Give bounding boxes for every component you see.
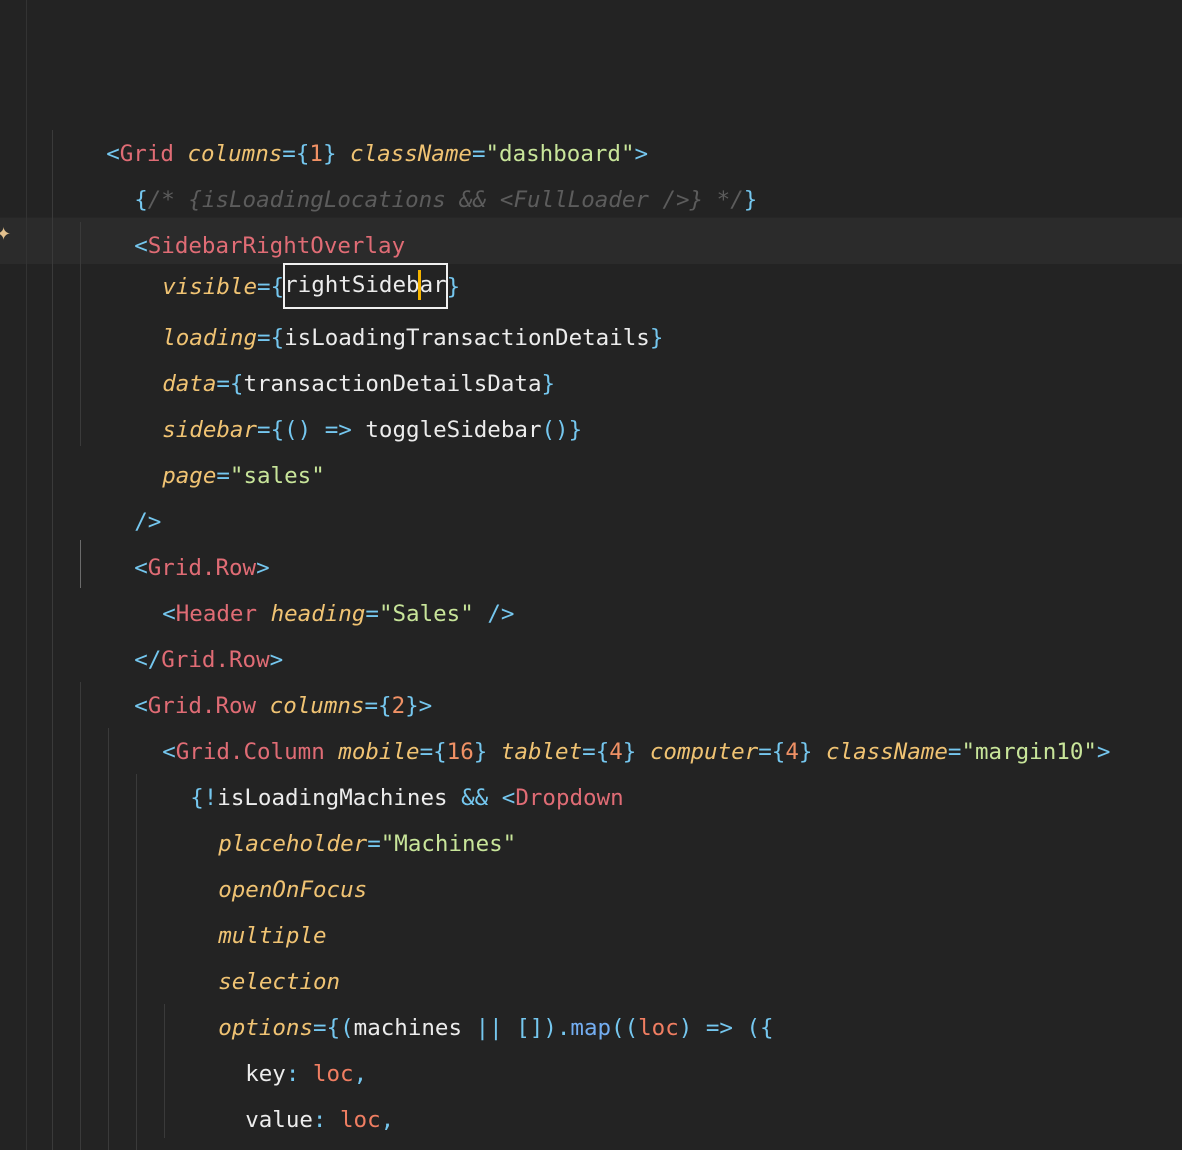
code-line-21[interactable]: key: loc, (191, 1005, 367, 1087)
code-line-2[interactable]: {/* {isLoadingLocations && <FullLoader /… (80, 131, 757, 213)
code-line-22[interactable]: value: loc, (191, 1051, 394, 1133)
code-line-11[interactable]: <Header heading="Sales" /> (108, 545, 514, 627)
token: (( (611, 1015, 639, 1041)
code-line-16[interactable]: placeholder="Machines" (164, 775, 516, 857)
token: => (324, 417, 352, 443)
token: } (798, 739, 813, 765)
code-line-23[interactable]: text: loc (191, 1097, 367, 1143)
token: "Sales" (378, 601, 474, 627)
token: ) (543, 1015, 557, 1041)
token: /> (487, 601, 515, 627)
token: ({ (746, 1015, 774, 1041)
code-line-15[interactable]: {!isLoadingMachines && <Dropdown (136, 729, 624, 811)
token: 4 (785, 739, 799, 765)
token: } (622, 739, 637, 765)
code-line-20[interactable]: options={(machines || []).map((loc) => (… (164, 959, 773, 1041)
code-line-6[interactable]: data={transactionDetailsData} (108, 315, 555, 397)
code-line-14[interactable]: <Grid.Column mobile={16} tablet={4} comp… (108, 683, 1110, 765)
token: ) (678, 1015, 693, 1041)
token: [] (516, 1015, 544, 1041)
code-editor[interactable]: ✦ <Grid columns={1} className="dashboard… (0, 0, 1182, 1150)
token: page (162, 463, 217, 489)
code-line-10[interactable]: <Grid.Row> (80, 499, 269, 581)
token: } (743, 187, 758, 213)
code-line-17[interactable]: openOnFocus (164, 821, 367, 903)
code-line-18[interactable]: multiple (164, 867, 326, 949)
token: = (947, 739, 962, 765)
token: = (216, 463, 230, 489)
token: = (365, 601, 379, 627)
code-line-1[interactable]: <Grid columns={1} className="dashboard"> (52, 85, 648, 167)
token: "margin10" (961, 739, 1097, 765)
token: > (1096, 739, 1111, 765)
token: } (649, 325, 664, 351)
token: "Machines" (380, 831, 517, 857)
token: = (367, 831, 381, 857)
token: toggleSidebar (365, 417, 542, 443)
code-line-8[interactable]: page="sales" (108, 407, 325, 489)
code-line-13[interactable]: <Grid.Row columns={2}> (80, 637, 432, 719)
token: computer (649, 739, 759, 765)
indent-guide (52, 130, 53, 1150)
token: , (380, 1107, 395, 1133)
token: { (771, 739, 786, 765)
token: className (825, 739, 948, 765)
code-line-3[interactable]: <SidebarRightOverlay (80, 177, 405, 259)
code-line-19[interactable]: selection (164, 913, 340, 995)
token: map (570, 1015, 612, 1041)
token: heading (270, 601, 366, 627)
token: = (758, 739, 772, 765)
token: } (568, 417, 583, 443)
token: loc (638, 1015, 679, 1041)
lightbulb-icon[interactable]: ✦ (0, 224, 11, 246)
token: => (705, 1015, 733, 1041)
token: "sales" (229, 463, 325, 489)
code-line-9[interactable]: /> (80, 453, 161, 535)
token: . (556, 1015, 571, 1041)
code-line-5[interactable]: loading={isLoadingTransactionDetails} (108, 269, 663, 351)
code-line-7[interactable]: sidebar={() => toggleSidebar()} (108, 361, 582, 443)
code-line-4[interactable]: visible={rightSidebar} (108, 218, 460, 309)
gutter-divider (26, 0, 27, 1150)
token: () (541, 417, 569, 443)
token: || (475, 1015, 503, 1041)
token: Dropdown (515, 785, 624, 811)
code-line-12[interactable]: </Grid.Row> (80, 591, 283, 673)
token: machines (353, 1015, 463, 1041)
